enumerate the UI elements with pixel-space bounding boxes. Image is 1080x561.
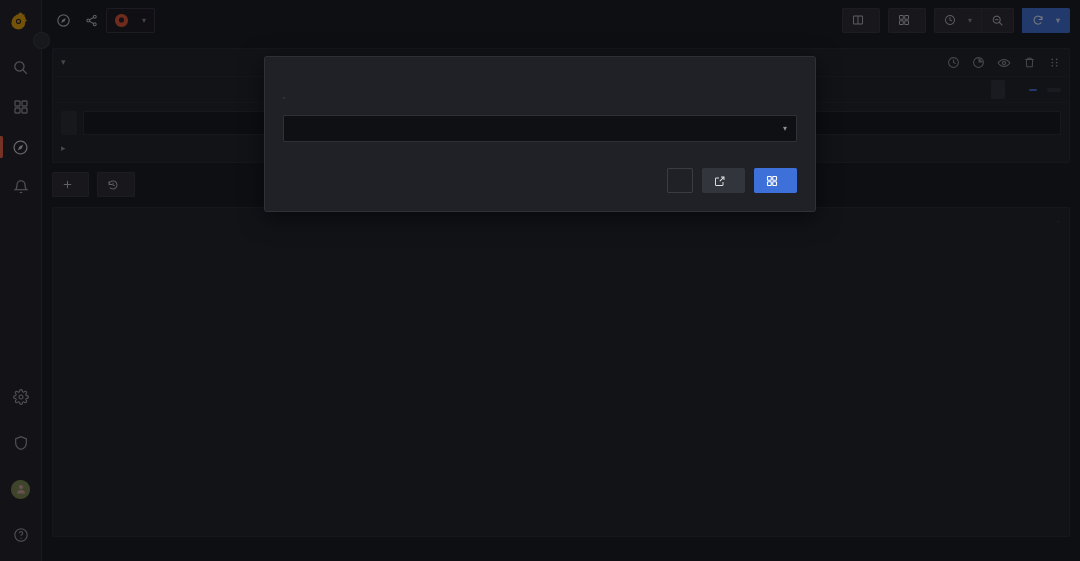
modal-body: ▾ [265, 83, 815, 142]
external-link-icon [714, 175, 726, 187]
modal-footer [265, 148, 815, 211]
chevron-down-icon: ▾ [783, 124, 787, 133]
add-panel-to-dashboard-modal: ▾ [264, 56, 816, 212]
dashboard-select[interactable]: ▾ [283, 115, 797, 142]
grid-icon [766, 175, 778, 187]
target-dashboard-radio-group[interactable] [283, 97, 285, 99]
modal-header [265, 57, 815, 83]
open-dashboard-button[interactable] [754, 168, 797, 193]
cancel-button[interactable] [667, 168, 693, 193]
open-in-new-tab-button[interactable] [702, 168, 745, 193]
